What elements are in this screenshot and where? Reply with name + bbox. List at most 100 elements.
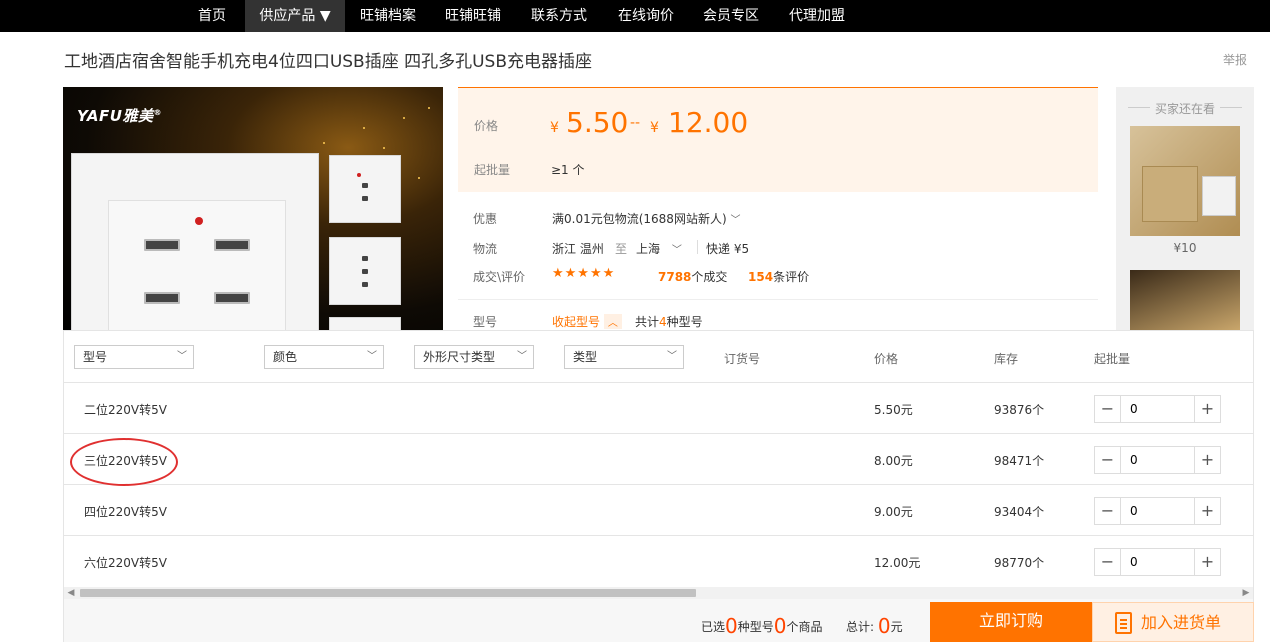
nav-home[interactable]: 首页 [185, 0, 239, 32]
table-row: 四位220V转5V 9.00元 93404个 − + [64, 484, 1253, 535]
discount-value[interactable]: 满0.01元包物流(1688网站新人) ﹀ [552, 210, 740, 227]
quantity-input[interactable] [1122, 498, 1194, 524]
price-high: 12.00 [668, 106, 749, 139]
quantity-stepper: − + [1094, 446, 1221, 474]
horizontal-scrollbar[interactable]: ◀ ▶ [64, 587, 1253, 599]
row-stock: 98471个 [994, 454, 1045, 468]
chevron-down-icon: ﹀ [517, 351, 527, 362]
also-viewed-item-image[interactable] [1130, 270, 1240, 330]
filter-color-select[interactable]: 颜色 ﹀ [264, 345, 384, 369]
col-price: 价格 [874, 352, 899, 366]
discount-label: 优惠 [473, 212, 498, 226]
row-model: 三位220V转5V [84, 454, 167, 468]
price-separator: -- [630, 115, 641, 131]
row-stock: 93404个 [994, 505, 1045, 519]
table-row: 六位220V转5V 12.00元 98770个 − + [64, 535, 1253, 586]
chevron-down-icon: ﹀ [177, 351, 187, 362]
scroll-left-icon[interactable]: ◀ [64, 587, 78, 599]
sku-table: 型号 ﹀ 颜色 ﹀ 外形尺寸类型 ﹀ 类型 ﹀ 订货号 价格 库存 起批量 二位220V… [63, 330, 1254, 642]
chevron-down-icon: ﹀ [367, 351, 377, 362]
row-price: 12.00元 [874, 556, 921, 570]
col-stock: 库存 [994, 352, 1019, 366]
ship-to-select[interactable]: 上海 ﹀ [636, 240, 682, 257]
ship-to-word: 至 [615, 242, 628, 256]
nav-inquiry[interactable]: 在线询价 [608, 0, 684, 32]
add-to-cart-button[interactable]: 加入进货单 [1092, 602, 1254, 642]
quantity-input[interactable] [1122, 549, 1194, 575]
decrement-button[interactable]: − [1095, 549, 1121, 575]
nav-shop[interactable]: 旺铺旺铺 [435, 0, 511, 32]
decrement-button[interactable]: − [1095, 498, 1121, 524]
price-currency: ¥ [650, 120, 659, 136]
filter-size-select[interactable]: 外形尺寸类型 ﹀ [414, 345, 534, 369]
scroll-right-icon[interactable]: ▶ [1239, 587, 1253, 599]
also-viewed-item-price: ¥10 [1173, 241, 1197, 255]
quantity-input[interactable] [1122, 447, 1194, 473]
ship-from: 浙江 温州 [552, 242, 604, 256]
filter-type-select[interactable]: 类型 ﹀ [564, 345, 684, 369]
divider [458, 299, 1098, 300]
price-panel: 价格 ¥ 5.50 -- ¥ 12.00 起批量 ≥1 个 [458, 87, 1098, 192]
quantity-stepper: − + [1094, 548, 1221, 576]
order-footer: 已选0种型号0个商品 总计: 0元 立即订购 加入进货单 [64, 599, 1254, 642]
socket-plate-main [71, 153, 319, 330]
deals-label: 成交\评价 [473, 270, 526, 284]
moq-label: 起批量 [474, 163, 511, 177]
row-model: 六位220V转5V [84, 556, 167, 570]
socket-plate-small [329, 237, 401, 305]
col-moq: 起批量 [1094, 352, 1131, 366]
increment-button[interactable]: + [1194, 549, 1220, 575]
nav-agent[interactable]: 代理加盟 [779, 0, 855, 32]
chevron-down-icon: ﹀ [667, 351, 677, 362]
row-price: 9.00元 [874, 505, 913, 519]
buy-now-button[interactable]: 立即订购 [930, 602, 1092, 642]
decrement-button[interactable]: − [1095, 447, 1121, 473]
clipboard-icon [1115, 612, 1132, 634]
table-row: 三位220V转5V 8.00元 98471个 − + [64, 433, 1253, 484]
express-fee: 快递 ¥5 [706, 242, 750, 256]
row-model: 二位220V转5V [84, 403, 167, 417]
increment-button[interactable]: + [1194, 396, 1220, 422]
chevron-down-icon: ﹀ [730, 215, 741, 226]
nav-products[interactable]: 供应产品 ▼ [245, 0, 345, 32]
quantity-stepper: − + [1094, 395, 1221, 423]
product-title: 工地酒店宿舍智能手机充电4位四口USB插座 四孔多孔USB充电器插座 [64, 52, 593, 72]
row-stock: 93876个 [994, 403, 1045, 417]
increment-button[interactable]: + [1194, 498, 1220, 524]
chevron-down-icon: ﹀ [671, 245, 682, 256]
row-model: 四位220V转5V [84, 505, 167, 519]
scrollbar-thumb[interactable] [80, 589, 696, 597]
filter-model-select[interactable]: 型号 ﹀ [74, 345, 194, 369]
collapse-models-toggle[interactable]: 收起型号 ︿ [552, 313, 622, 330]
socket-plate-small [329, 317, 401, 330]
moq-value: ≥1 个 [551, 163, 585, 177]
increment-button[interactable]: + [1194, 447, 1220, 473]
col-order-no: 订货号 [724, 352, 761, 366]
socket-plate-small [329, 155, 401, 223]
table-row: 二位220V转5V 5.50元 93876个 − + [64, 382, 1253, 433]
product-image[interactable]: YAFU雅美® [63, 87, 443, 330]
row-stock: 98770个 [994, 556, 1045, 570]
price-label: 价格 [474, 119, 499, 133]
nav-member[interactable]: 会员专区 [693, 0, 769, 32]
logistics-label: 物流 [473, 242, 498, 256]
total-summary: 总计: 0元 [846, 614, 903, 638]
model-label: 型号 [473, 315, 498, 329]
top-nav-bar: 首页 供应产品 ▼ 旺铺档案 旺铺旺铺 联系方式 在线询价 会员专区 代理加盟 [0, 0, 1270, 32]
selected-summary: 已选0种型号0个商品 [701, 614, 823, 638]
nav-contact[interactable]: 联系方式 [521, 0, 597, 32]
nav-shop-profile[interactable]: 旺铺档案 [350, 0, 426, 32]
decrement-button[interactable]: − [1095, 396, 1121, 422]
also-viewed-item-image[interactable] [1130, 126, 1240, 236]
rating-stars: ★★★★★ [552, 266, 616, 281]
price-currency: ¥ [550, 120, 559, 136]
report-link[interactable]: 举报 [1223, 51, 1247, 68]
deal-count[interactable]: 7788个成交 [658, 268, 727, 285]
model-total: 共计4种型号 [635, 315, 703, 329]
chevron-up-icon: ︿ [603, 314, 622, 329]
row-price: 5.50元 [874, 403, 913, 417]
quantity-input[interactable] [1122, 396, 1194, 422]
review-count[interactable]: 154条评价 [748, 268, 809, 285]
row-price: 8.00元 [874, 454, 913, 468]
price-low: 5.50 [566, 106, 629, 139]
